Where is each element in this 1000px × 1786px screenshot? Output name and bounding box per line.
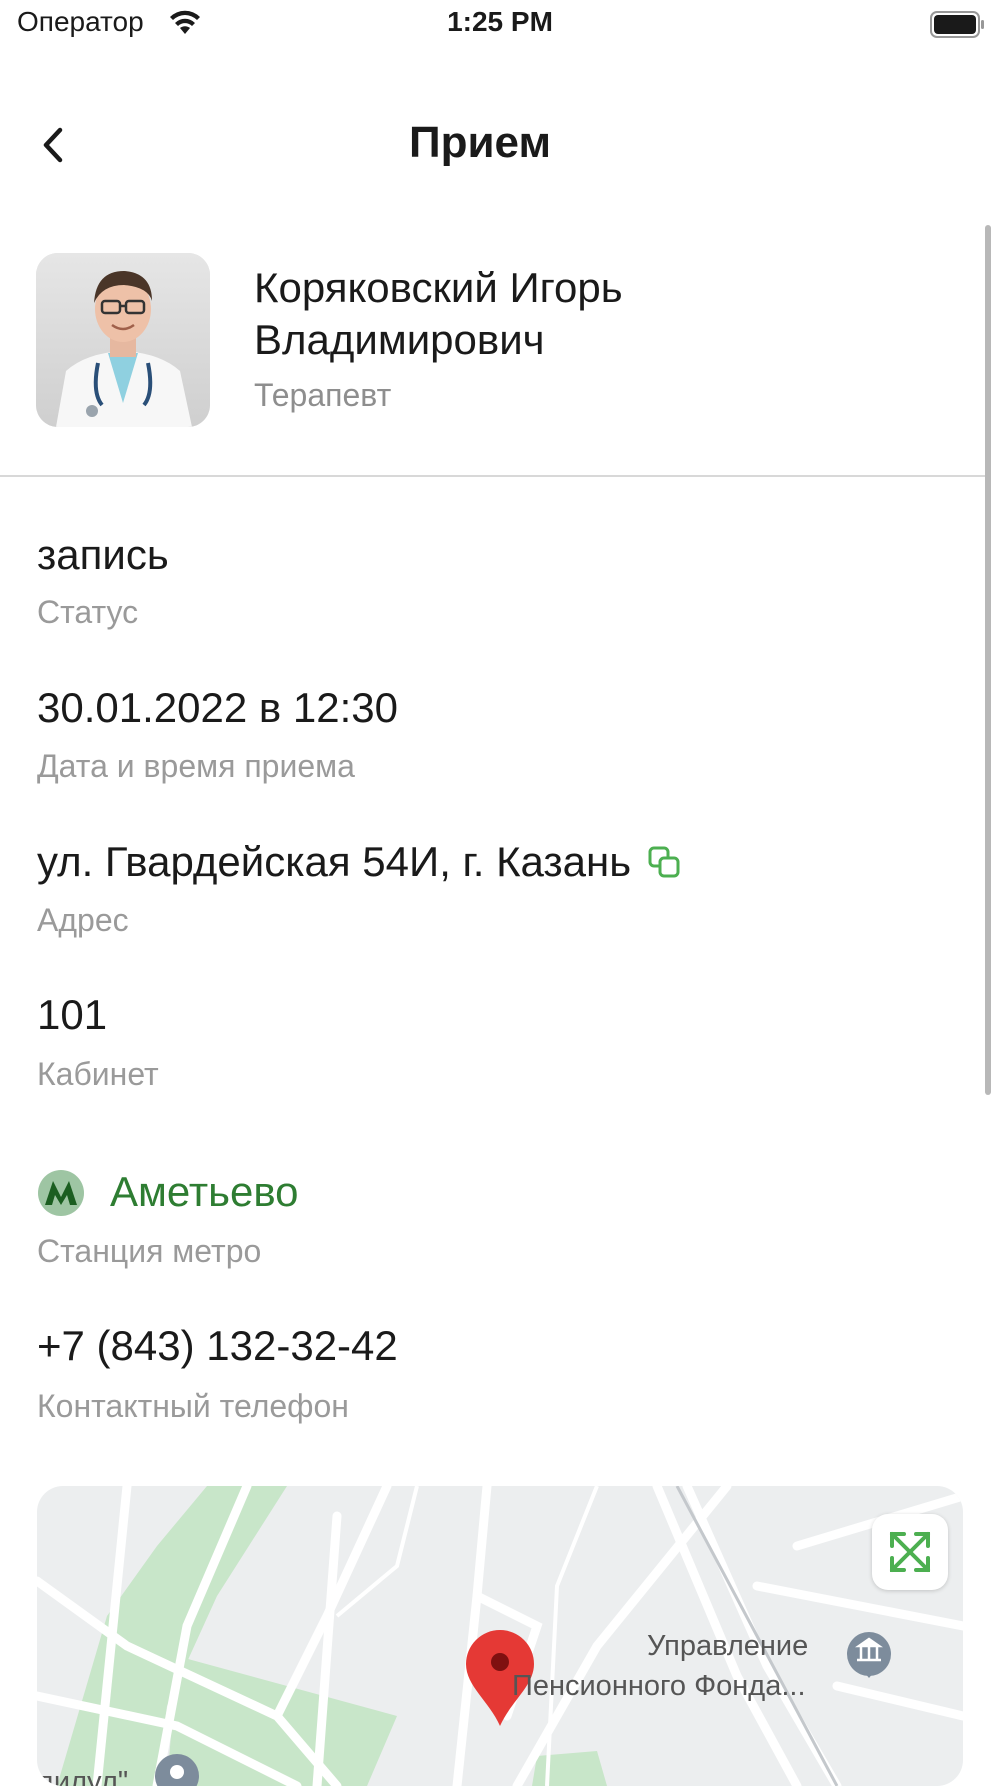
phone-label: Контактный телефон: [37, 1388, 349, 1424]
cabinet-value: 101: [37, 991, 108, 1038]
datetime-value: 30.01.2022 в 12:30: [37, 684, 398, 731]
datetime-label: Дата и время приема: [37, 748, 355, 784]
cabinet-label: Кабинет: [37, 1056, 159, 1092]
status-time: 1:25 PM: [447, 6, 553, 37]
map-poi-label: дилул": [37, 1766, 129, 1786]
status-value: запись: [37, 531, 169, 578]
phone-value[interactable]: +7 (843) 132-32-42: [37, 1322, 398, 1370]
doctor-avatar: [36, 253, 210, 427]
doctor-name: Коряковский Игорь Владимирович: [254, 264, 623, 363]
metro-label: Станция метро: [37, 1233, 262, 1269]
metro-value[interactable]: Аметьево: [110, 1168, 299, 1216]
battery-icon: [930, 11, 984, 38]
divider: [0, 475, 985, 477]
status-label: Статус: [37, 594, 139, 630]
expand-icon: [890, 1532, 930, 1572]
address-row: ул. Гвардейская 54И, г. Казань: [37, 838, 681, 886]
scrollbar[interactable]: [985, 225, 991, 1095]
metro-icon: [38, 1170, 84, 1216]
map-expand-button[interactable]: [872, 1514, 948, 1590]
page-title: Прием: [409, 118, 551, 167]
address-value: ул. Гвардейская 54И, г. Казань: [37, 838, 632, 885]
copy-icon[interactable]: [647, 845, 681, 879]
address-label: Адрес: [37, 902, 129, 938]
map-view[interactable]: Управление Пенсионного Фонда... дилул": [37, 1486, 963, 1786]
doctor-specialty: Терапевт: [254, 377, 392, 413]
map-poi-label: Управление: [647, 1630, 809, 1662]
map-poi-label: Пенсионного Фонда...: [512, 1670, 806, 1702]
